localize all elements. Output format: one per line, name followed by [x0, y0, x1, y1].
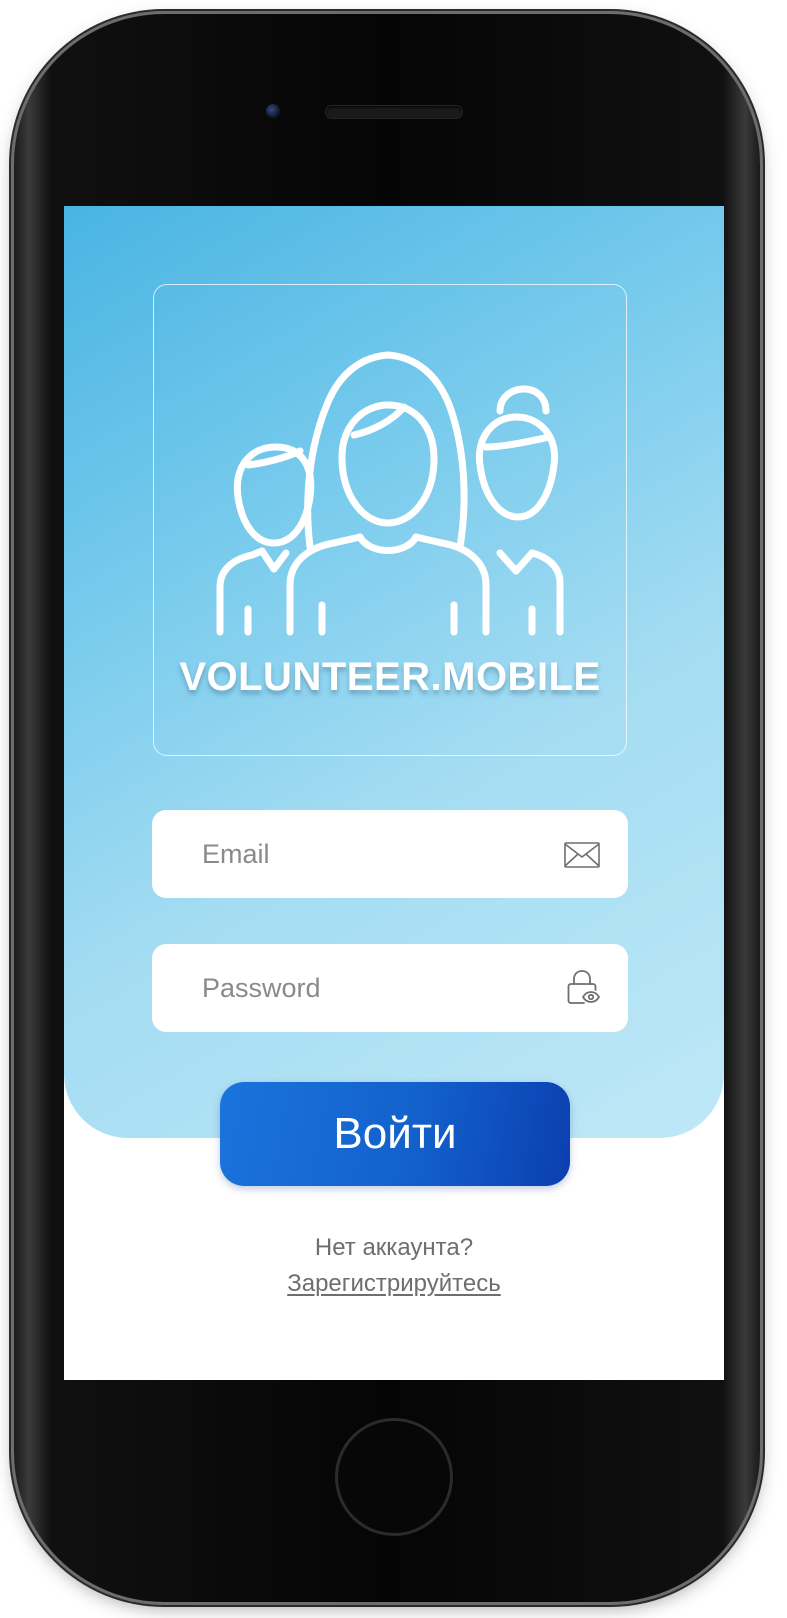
front-camera-icon — [266, 104, 280, 118]
email-field[interactable] — [152, 810, 628, 898]
register-link[interactable]: Зарегистрируйтесь — [64, 1270, 724, 1298]
envelope-icon — [564, 842, 600, 868]
earpiece-speaker — [326, 106, 462, 118]
lock-eye-icon — [567, 970, 600, 1004]
password-field[interactable] — [152, 944, 628, 1032]
volunteers-group-icon — [216, 351, 564, 636]
login-screen: VOLUNTEER.MOBILE Email Войти Нет аккаунт… — [64, 206, 724, 1380]
login-button[interactable]: Войти — [220, 1082, 570, 1186]
hero-background: VOLUNTEER.MOBILE — [64, 206, 724, 1138]
password-input[interactable] — [202, 944, 542, 1032]
no-account-text: Нет аккаунта? — [314, 1234, 474, 1261]
brand-title: VOLUNTEER.MOBILE — [179, 655, 601, 699]
home-button[interactable] — [335, 1418, 453, 1536]
logo-card: VOLUNTEER.MOBILE — [153, 284, 627, 756]
device-mockup: VOLUNTEER.MOBILE Email Войти Нет аккаунт… — [0, 0, 787, 1618]
email-input[interactable] — [202, 810, 542, 898]
